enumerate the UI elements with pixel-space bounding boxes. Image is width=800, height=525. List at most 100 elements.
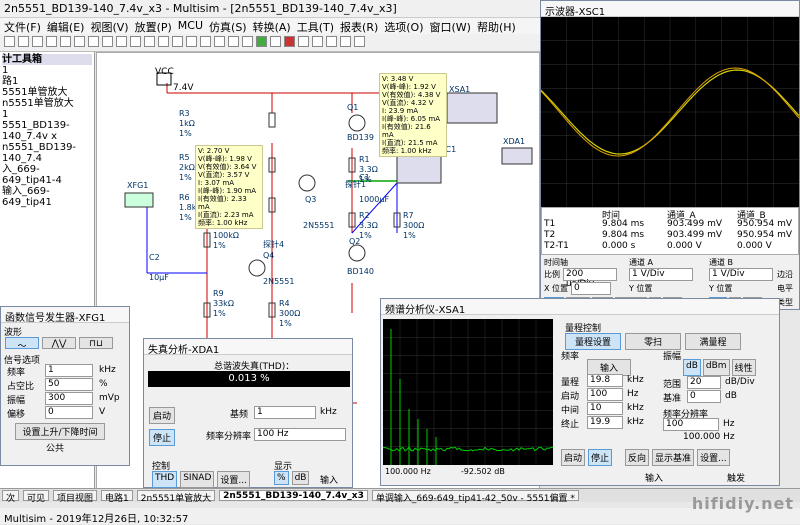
scope-cell: 0.000 V xyxy=(667,241,702,251)
postprocess-icon[interactable] xyxy=(200,36,211,47)
menu-item[interactable]: 转换(A) xyxy=(253,19,291,33)
menu-item[interactable]: 选项(O) xyxy=(384,19,423,33)
tree-item[interactable]: 入_669-649_tip41-4 xyxy=(2,164,92,186)
document-tab[interactable]: 2n5551_BD139-140_7.4v_x3 xyxy=(219,490,368,501)
sine-wave-button[interactable]: ～ xyxy=(5,337,39,349)
show-ref-button[interactable]: 显示基准 xyxy=(652,449,694,466)
cut-icon[interactable] xyxy=(60,36,71,47)
amp-param-field[interactable]: 20 xyxy=(687,376,721,389)
component-icon[interactable] xyxy=(116,36,127,47)
wattmeter-icon[interactable] xyxy=(340,36,351,47)
part-label: 3.3Ω xyxy=(359,221,378,230)
run-icon[interactable] xyxy=(256,36,267,47)
reverse-button[interactable]: 反向 xyxy=(625,449,649,466)
range-button[interactable]: 量程设置 xyxy=(565,333,621,350)
menu-item[interactable]: 编辑(E) xyxy=(47,19,85,33)
sa-amp-readout: -92.502 dB xyxy=(461,467,505,476)
multimeter-icon[interactable] xyxy=(312,36,323,47)
db-button[interactable]: dB xyxy=(292,471,310,485)
interactive-icon[interactable] xyxy=(298,36,309,47)
triangle-wave-button[interactable]: ⋀⋁ xyxy=(42,337,76,349)
fund-field[interactable]: 1 xyxy=(254,406,316,419)
chb-scale-field[interactable]: 1 V/Div xyxy=(709,268,773,281)
stop-icon[interactable] xyxy=(284,36,295,47)
open-icon[interactable] xyxy=(18,36,29,47)
document-tab[interactable]: 单调输入_669-649_tip41-42_50v - 5551偏置 * xyxy=(372,490,579,501)
save-icon[interactable] xyxy=(32,36,43,47)
sa-freq-field[interactable]: 19.8 xyxy=(587,374,623,387)
timebase-scale-field[interactable]: 200 us/Div xyxy=(563,268,617,281)
document-tab[interactable]: 电路1 xyxy=(101,490,133,501)
zoom-icon[interactable] xyxy=(102,36,113,47)
amp-button[interactable]: 线性 xyxy=(732,359,756,376)
tree-item[interactable]: 5551单管放大 xyxy=(2,87,92,98)
fres-field[interactable]: 100 xyxy=(663,418,719,431)
fg-param-field[interactable]: 1 xyxy=(45,364,93,377)
panel-tab[interactable]: 次 xyxy=(2,490,19,501)
help-icon[interactable] xyxy=(228,36,239,47)
thd-button[interactable]: THD xyxy=(152,471,177,488)
probe-icon[interactable] xyxy=(158,36,169,47)
tree-item[interactable]: 输入_669-649_tip41 xyxy=(2,186,92,208)
grapher-icon[interactable] xyxy=(172,36,183,47)
percent-button[interactable]: % xyxy=(274,471,289,485)
sa-settings-button[interactable]: 设置... xyxy=(697,449,730,466)
menu-item[interactable]: 工具(T) xyxy=(297,19,334,33)
panel-tab[interactable]: 项目视图 xyxy=(53,490,97,501)
fund-unit: kHz xyxy=(320,407,337,417)
bus-icon[interactable] xyxy=(144,36,155,47)
analysis-icon[interactable] xyxy=(186,36,197,47)
sinad-button[interactable]: SINAD xyxy=(180,471,214,488)
sa-start-button[interactable]: 启动 xyxy=(561,449,585,466)
menu-item[interactable]: 文件(F) xyxy=(4,19,41,33)
document-tab[interactable]: 2n5551单管放大 xyxy=(137,490,215,501)
sa-freq-field[interactable]: 10 xyxy=(587,402,623,415)
menu-item[interactable]: 窗口(W) xyxy=(430,19,471,33)
print-icon[interactable] xyxy=(46,36,57,47)
paste-icon[interactable] xyxy=(88,36,99,47)
square-wave-button[interactable]: ⊓⊔ xyxy=(79,337,113,349)
tree-item[interactable]: 路1 xyxy=(2,76,92,87)
da-settings-button[interactable]: 设置... xyxy=(217,471,250,488)
tree-item[interactable]: n5551_BD139-140_7.4 xyxy=(2,142,92,164)
part-label: BD139 xyxy=(347,133,374,142)
da-start-button[interactable]: 启动 xyxy=(149,407,175,424)
tree-item[interactable]: 1 xyxy=(2,109,92,120)
rise-fall-time-button[interactable]: 设置上升/下降时间 xyxy=(15,423,105,440)
amp-param-field[interactable]: 0 xyxy=(687,390,721,403)
tree-item[interactable]: 5551_BD139-140_7.4v x xyxy=(2,120,92,142)
tree-item[interactable]: n5551单管放大 xyxy=(2,98,92,109)
sa-freq-field[interactable]: 100 xyxy=(587,388,623,401)
fg-param-unit: % xyxy=(99,379,108,389)
fg-param-field[interactable]: 50 xyxy=(45,378,93,391)
fg-param-field[interactable]: 300 xyxy=(45,392,93,405)
amp-button[interactable]: dBm xyxy=(703,359,730,376)
range-button[interactable]: 满量程 xyxy=(685,333,741,350)
panel-tab[interactable]: 可见 xyxy=(23,490,49,501)
function-gen-icon[interactable] xyxy=(326,36,337,47)
menu-item[interactable]: 报表(R) xyxy=(340,19,378,33)
oscilloscope-icon[interactable] xyxy=(354,36,365,47)
range-button[interactable]: 零扫 xyxy=(625,333,681,350)
tree-item[interactable]: 1 xyxy=(2,65,92,76)
menu-item[interactable]: 帮助(H) xyxy=(477,19,516,33)
copy-icon[interactable] xyxy=(74,36,85,47)
menu-item[interactable]: 视图(V) xyxy=(90,19,128,33)
new-icon[interactable] xyxy=(4,36,15,47)
info-icon[interactable] xyxy=(242,36,253,47)
resolution-select[interactable]: 100 Hz xyxy=(254,428,346,441)
da-stop-button[interactable]: 停止 xyxy=(149,429,175,446)
amp-button[interactable]: dB xyxy=(683,359,701,376)
pause-icon[interactable] xyxy=(270,36,281,47)
xpos-field[interactable]: 0 xyxy=(571,282,611,295)
menu-item[interactable]: 仿真(S) xyxy=(209,19,247,33)
erc-icon[interactable] xyxy=(214,36,225,47)
cha-scale-field[interactable]: 1 V/Div xyxy=(629,268,693,281)
part-label: 探针4 xyxy=(263,239,284,250)
menu-item[interactable]: 放置(P) xyxy=(135,19,172,33)
sa-stop-button[interactable]: 停止 xyxy=(588,449,612,466)
menu-item[interactable]: MCU xyxy=(178,19,203,33)
wire-icon[interactable] xyxy=(130,36,141,47)
sa-freq-field[interactable]: 19.9 xyxy=(587,416,623,429)
fg-param-field[interactable]: 0 xyxy=(45,406,93,419)
